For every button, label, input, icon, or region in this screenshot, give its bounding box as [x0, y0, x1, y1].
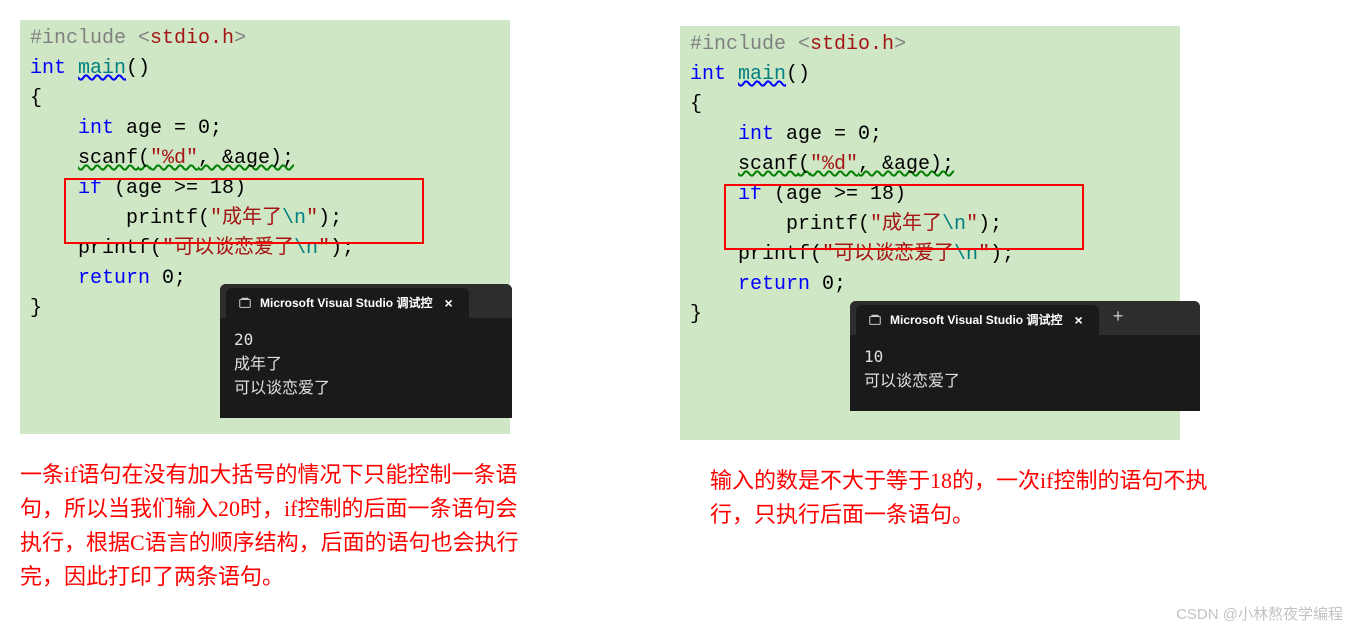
terminal-right: Microsoft Visual Studio 调试控 × + 10 可以谈恋爱…: [850, 301, 1200, 411]
terminal-tabbar: Microsoft Visual Studio 调试控 ×: [220, 284, 512, 318]
terminal-tabbar: Microsoft Visual Studio 调试控 × +: [850, 301, 1200, 335]
terminal-title: Microsoft Visual Studio 调试控: [260, 294, 432, 312]
vs-debug-icon: [238, 296, 252, 310]
annotation-right: 输入的数是不大于等于18的，一次if控制的语句不执行，只执行后面一条语句。: [710, 464, 1220, 532]
terminal-tab[interactable]: Microsoft Visual Studio 调试控 ×: [856, 305, 1099, 335]
left-panel: #include <stdio.h> int main() { int age …: [20, 20, 530, 594]
watermark: CSDN @小林熬夜学编程: [1176, 603, 1343, 624]
right-panel: #include <stdio.h> int main() { int age …: [680, 26, 1220, 594]
terminal-output: 20 成年了 可以谈恋爱了: [220, 318, 512, 418]
vs-debug-icon: [868, 313, 882, 327]
close-icon[interactable]: ×: [1070, 310, 1086, 331]
annotation-left: 一条if语句在没有加大括号的情况下只能控制一条语句，所以当我们输入20时，if控…: [20, 458, 530, 594]
code-editor-right[interactable]: #include <stdio.h> int main() { int age …: [680, 26, 1180, 440]
close-icon[interactable]: ×: [440, 293, 456, 314]
code-editor-left[interactable]: #include <stdio.h> int main() { int age …: [20, 20, 510, 434]
terminal-output: 10 可以谈恋爱了: [850, 335, 1200, 411]
terminal-tab[interactable]: Microsoft Visual Studio 调试控 ×: [226, 288, 469, 318]
terminal-left: Microsoft Visual Studio 调试控 × 20 成年了 可以谈…: [220, 284, 512, 418]
new-tab-button[interactable]: +: [1099, 301, 1138, 335]
terminal-title: Microsoft Visual Studio 调试控: [890, 311, 1062, 329]
preproc: #include: [30, 27, 138, 50]
